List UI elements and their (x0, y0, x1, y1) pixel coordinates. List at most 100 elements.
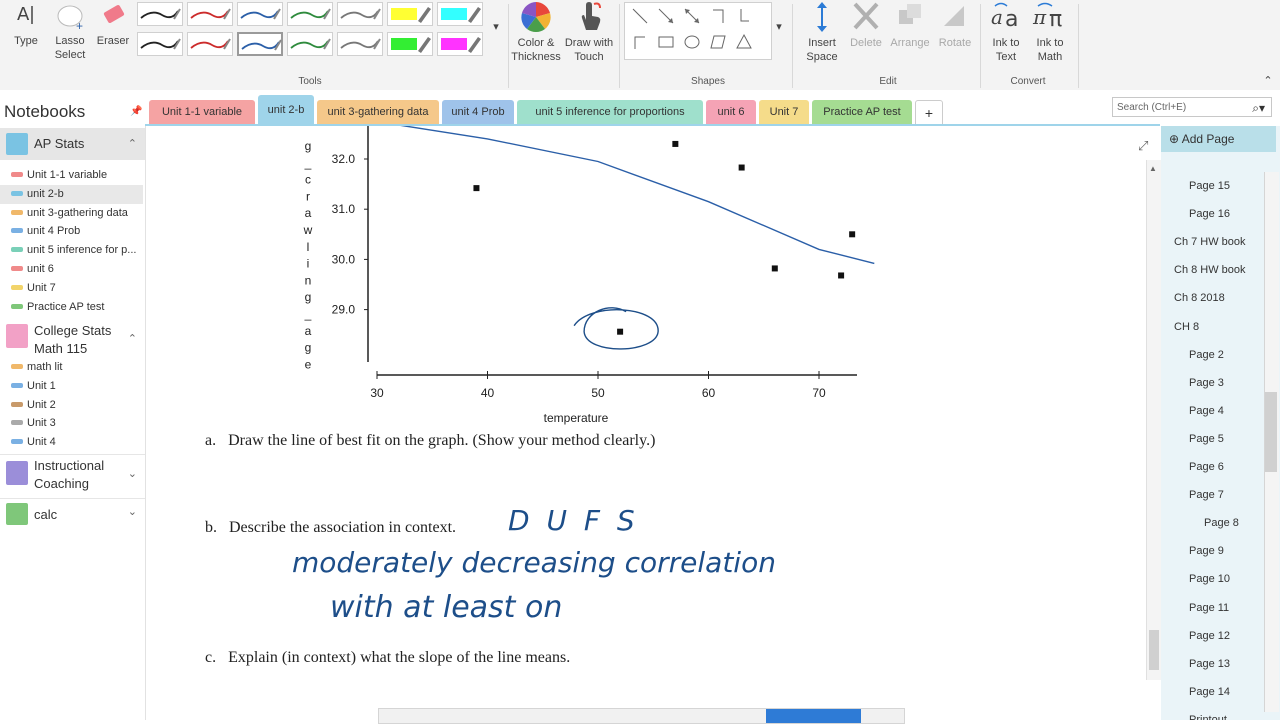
page-item[interactable]: Page 14 (1189, 686, 1230, 698)
handwritten-ink-3[interactable]: with at least on (330, 590, 562, 625)
section-item[interactable]: unit 4 Prob (0, 222, 143, 241)
section-item[interactable]: Unit 7 (0, 279, 143, 298)
pen-swatch[interactable] (287, 2, 333, 26)
pen-swatch[interactable] (437, 2, 483, 26)
collapse-ribbon-icon[interactable]: ⌃ (1262, 74, 1274, 88)
page-item[interactable]: Page 8 (1204, 517, 1239, 529)
search-icon[interactable]: ⌕▾ (1252, 98, 1265, 118)
lasso-select-button[interactable]: + Lasso Select (50, 2, 90, 62)
scrollbar-thumb[interactable] (1149, 630, 1159, 670)
pen-swatch[interactable] (387, 32, 433, 56)
shapes-expand-icon[interactable]: ▾ (773, 20, 785, 34)
page-item[interactable]: Page 2 (1189, 349, 1224, 361)
pen-swatch[interactable] (337, 2, 383, 26)
double-arrow-shape-icon[interactable] (681, 5, 703, 27)
axis-shape-icon[interactable] (707, 5, 729, 27)
page-item[interactable]: Page 10 (1189, 573, 1230, 585)
chevron-up-icon[interactable]: ⌃ (128, 137, 137, 150)
section-item[interactable]: unit 2-b (0, 184, 143, 204)
add-page-button[interactable]: ⊕ Add Page (1161, 126, 1276, 152)
rotate-button[interactable]: Rotate (934, 0, 976, 50)
pen-swatch[interactable] (187, 32, 233, 56)
section-tab[interactable]: Practice AP test (812, 100, 912, 125)
notebook-calc[interactable]: calc ⌄ (0, 498, 145, 529)
scroll-up-icon[interactable]: ▲ (1149, 164, 1157, 173)
parallelogram-shape-icon[interactable] (707, 31, 729, 53)
section-item[interactable]: unit 5 inference for p... (0, 241, 143, 260)
page-canvas[interactable]: 30 40 50 60 70 29.0 30.0 31.0 32.0 g _ c r a w l i n g _ a g e… (146, 126, 1161, 720)
page-item[interactable]: Page 4 (1189, 405, 1224, 417)
page-item[interactable]: Page 11 (1189, 602, 1229, 614)
line-shape-icon[interactable] (629, 5, 651, 27)
section-item[interactable]: Unit 1-1 variable (0, 166, 143, 185)
pin-icon[interactable]: 📌 (130, 106, 142, 117)
arrow-shape-icon[interactable] (655, 5, 677, 27)
chevron-up-icon[interactable]: ⌃ (128, 332, 137, 345)
ink-to-math-button[interactable]: ππ Ink to Math (1028, 0, 1072, 64)
axis2-shape-icon[interactable] (733, 5, 755, 27)
notebook-instructional-coaching[interactable]: Instructional Coaching ⌄ (0, 454, 145, 495)
section-tab[interactable]: Unit 1-1 variable (149, 100, 255, 125)
section-tab[interactable]: unit 6 (706, 100, 756, 125)
pen-gallery-expand-icon[interactable]: ▾ (490, 20, 502, 34)
chevron-down-icon[interactable]: ⌄ (128, 467, 137, 480)
section-tab[interactable]: unit 3-gathering data (317, 100, 439, 125)
triangle-shape-icon[interactable] (733, 31, 755, 53)
pen-swatch[interactable] (137, 2, 183, 26)
section-tab[interactable]: Unit 7 (759, 100, 809, 125)
page-list-scrollbar[interactable] (1264, 172, 1279, 712)
page-item[interactable]: Ch 7 HW book (1174, 236, 1246, 248)
section-item[interactable]: Unit 4 (0, 433, 143, 452)
insert-space-button[interactable]: Insert Space (798, 0, 846, 64)
page-item[interactable]: CH 8 (1174, 321, 1199, 333)
chevron-down-icon[interactable]: ⌄ (128, 505, 137, 518)
eraser-button[interactable]: Eraser (94, 2, 132, 48)
page-item[interactable]: Page 15 (1189, 180, 1230, 192)
search-box[interactable]: Search (Ctrl+E) ⌕▾ (1112, 97, 1272, 117)
page-item[interactable]: Page 12 (1189, 630, 1230, 642)
pen-swatch[interactable] (287, 32, 333, 56)
section-item[interactable]: Unit 2 (0, 396, 143, 415)
page-item[interactable]: Page 9 (1189, 545, 1224, 557)
handwritten-ink-2[interactable]: moderately decreasing correlation (292, 546, 776, 579)
ellipse-shape-icon[interactable] (681, 31, 703, 53)
pen-swatch[interactable] (337, 32, 383, 56)
page-scrollbar[interactable]: ▲ (1146, 160, 1161, 680)
pen-swatch[interactable] (237, 32, 283, 56)
notebook-ap-stats[interactable]: AP Stats ⌃ (0, 128, 145, 160)
section-tab[interactable]: unit 5 inference for proportions (517, 100, 703, 125)
notification-action-button[interactable] (766, 709, 861, 723)
section-tab[interactable]: unit 2-b (258, 95, 314, 125)
page-item[interactable]: Page 7 (1189, 489, 1224, 501)
page-list-scrollbar-thumb[interactable] (1265, 392, 1277, 472)
pen-swatch[interactable] (237, 2, 283, 26)
page-item[interactable]: Page 6 (1189, 461, 1224, 473)
section-item[interactable]: Unit 3 (0, 414, 143, 433)
add-section-button[interactable]: + (915, 100, 943, 125)
type-button[interactable]: A Type (8, 2, 44, 48)
draw-with-touch-button[interactable]: Draw with Touch (562, 0, 616, 64)
section-item[interactable]: unit 6 (0, 260, 143, 279)
page-item[interactable]: Page 13 (1189, 658, 1230, 670)
handwritten-ink-1[interactable]: D U F S (508, 504, 639, 537)
expand-view-icon[interactable]: ⤢ (1138, 138, 1148, 154)
page-item[interactable]: Printout (1189, 714, 1227, 720)
page-item[interactable]: Page 3 (1189, 377, 1224, 389)
page-item[interactable]: Page 16 (1189, 208, 1230, 220)
section-item[interactable]: unit 3-gathering data (0, 204, 143, 223)
notebook-college-stats[interactable]: College Stats Math 115 ⌃ (0, 320, 145, 360)
corner-shape-icon[interactable] (629, 31, 651, 53)
section-item[interactable]: Unit 1 (0, 377, 143, 396)
pen-swatch[interactable] (387, 2, 433, 26)
pen-swatch[interactable] (137, 32, 183, 56)
delete-button[interactable]: Delete (846, 0, 886, 50)
section-item[interactable]: Practice AP test (0, 298, 143, 317)
pen-swatch[interactable] (437, 32, 483, 56)
page-item[interactable]: Ch 8 2018 (1174, 292, 1225, 304)
section-tab[interactable]: unit 4 Prob (442, 100, 514, 125)
page-item[interactable]: Page 5 (1189, 433, 1224, 445)
page-item[interactable]: Ch 8 HW book (1174, 264, 1246, 276)
arrange-button[interactable]: Arrange (888, 0, 932, 50)
rectangle-shape-icon[interactable] (655, 31, 677, 53)
section-item[interactable]: math lit (0, 358, 143, 377)
